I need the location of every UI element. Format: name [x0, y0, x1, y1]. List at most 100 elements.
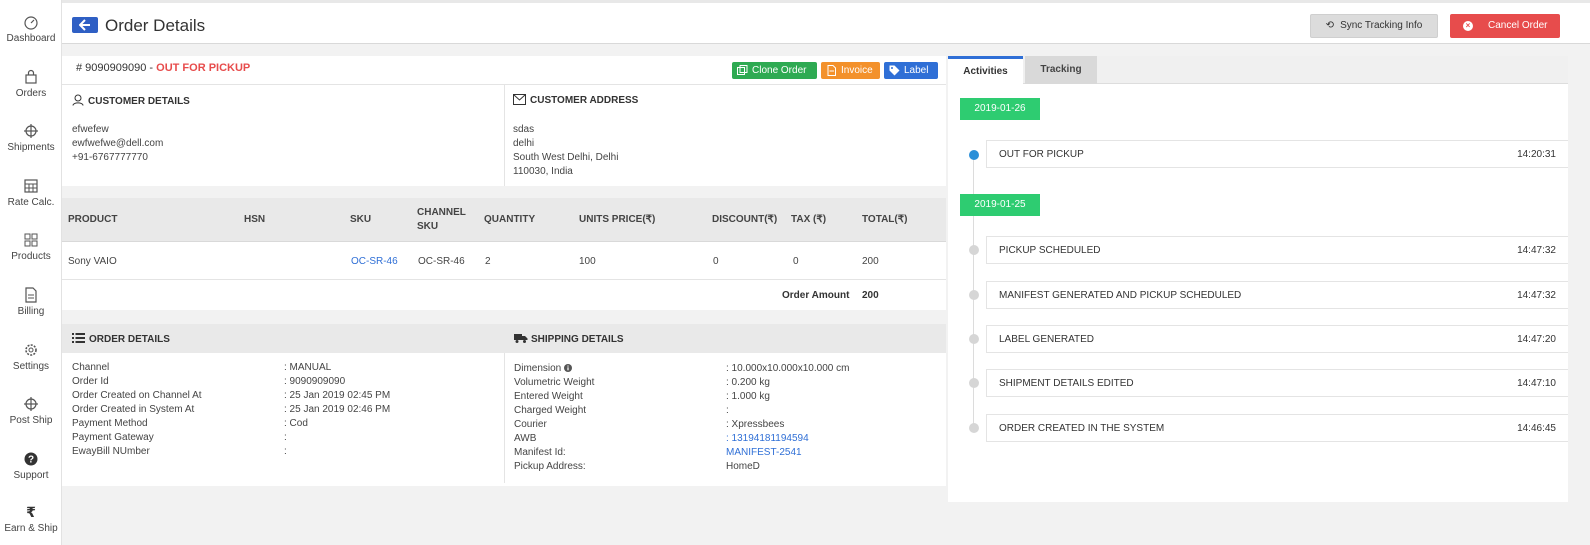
details-header: ORDER DETAILS SHIPPING DETAILS: [62, 324, 946, 353]
event-name: LABEL GENERATED: [999, 334, 1095, 345]
refresh-icon: ⟲: [1325, 20, 1335, 31]
event-time: 14:47:10: [1517, 378, 1556, 389]
shipping-detail-value: : Xpressbees: [726, 419, 785, 430]
list-icon: [72, 333, 85, 343]
divider: [62, 310, 946, 324]
event-name: PICKUP SCHEDULED: [999, 245, 1101, 256]
order-heading: # 9090909090 - OUT FOR PICKUP: [76, 62, 250, 74]
col-sku: SKU: [350, 214, 372, 225]
sidebar-item-rate-calc[interactable]: Rate Calc.: [0, 178, 62, 208]
rupee-icon: ₹: [26, 505, 36, 520]
order-detail-value: :: [284, 432, 287, 443]
timeline-event: OUT FOR PICKUP 14:20:31: [986, 140, 1568, 168]
invoice-button[interactable]: Invoice: [821, 62, 880, 79]
order-details-title: ORDER DETAILS: [72, 333, 170, 345]
sync-tracking-label: Sync Tracking Info: [1340, 20, 1423, 31]
sidebar-item-billing[interactable]: Billing: [0, 287, 62, 317]
order-detail-value: : Cod: [284, 418, 308, 429]
customer-details: CUSTOMER DETAILS efwefew ewfwefwe@dell.c…: [62, 85, 505, 187]
customer-section: CUSTOMER DETAILS efwefew ewfwefwe@dell.c…: [62, 84, 946, 187]
sidebar-item-label: Earn & Ship: [4, 523, 58, 534]
cell-tax: 0: [793, 256, 799, 267]
order-main-panel: # 9090909090 - OUT FOR PICKUP Clone Orde…: [62, 56, 946, 486]
order-detail-key: Payment Gateway: [72, 432, 154, 443]
timeline-dot: [969, 290, 979, 300]
col-tax: TAX (₹): [791, 214, 827, 225]
event-time: 14:20:31: [1517, 149, 1556, 160]
shipping-detail-key: Pickup Address:: [514, 461, 586, 472]
cell-total: 200: [862, 256, 879, 267]
cell-quantity: 2: [485, 256, 491, 267]
clone-order-button[interactable]: Clone Order: [732, 62, 817, 79]
cell-product: Sony VAIO: [68, 256, 117, 267]
sidebar-item-label: Orders: [15, 88, 47, 99]
customer-address-label: CUSTOMER ADDRESS: [530, 95, 639, 106]
customer-details-title: CUSTOMER DETAILS: [72, 94, 190, 107]
sidebar-item-label: Products: [11, 251, 51, 262]
tab-activities[interactable]: Activities: [948, 56, 1023, 84]
sidebar-item-dashboard[interactable]: Dashboard: [0, 14, 62, 44]
shipping-detail-key: Charged Weight: [514, 405, 587, 416]
col-channel-sku-line2: SKU: [417, 221, 439, 232]
label-label: Label: [904, 65, 929, 76]
order-detail-key: Channel: [72, 362, 110, 373]
order-details-list: Channel : MANUAL Order Id : 9090909090 O…: [62, 353, 505, 483]
event-name: SHIPMENT DETAILS EDITED: [999, 378, 1134, 389]
sidebar-item-label: Rate Calc.: [7, 197, 55, 208]
arrow-left-icon: [79, 19, 90, 31]
timeline-event: PICKUP SCHEDULED 14:47:32: [986, 236, 1568, 264]
product-table-header: PRODUCT HSN SKU CHANNEL SKU QUANTITY UNI…: [62, 198, 946, 242]
manifest-link[interactable]: MANIFEST-2541: [726, 447, 802, 458]
shipping-details-label: SHIPPING DETAILS: [531, 334, 624, 345]
gear-icon: [25, 344, 37, 356]
customer-address-title: CUSTOMER ADDRESS: [513, 94, 638, 106]
invoice-label: Invoice: [841, 65, 873, 76]
col-quantity: QUANTITY: [484, 214, 536, 225]
col-hsn: HSN: [244, 214, 266, 225]
sync-tracking-button[interactable]: ⟲ Sync Tracking Info: [1310, 14, 1438, 38]
cancel-order-button[interactable]: × Cancel Order: [1450, 14, 1560, 38]
info-icon[interactable]: [564, 364, 573, 372]
customer-email: ewfwefwe@dell.com: [72, 138, 164, 149]
back-button[interactable]: [72, 17, 98, 33]
col-channel-sku-line1: CHANNEL: [417, 207, 466, 218]
order-detail-key: EwayBill NUmber: [72, 446, 150, 457]
order-amount-row: Order Amount 200: [62, 280, 946, 310]
timeline-dot-active: [969, 150, 979, 160]
sidebar: Dashboard Orders Shipments Rate Calc. Pr…: [0, 0, 62, 545]
address-line-3: South West Delhi, Delhi: [513, 152, 619, 163]
customer-address: CUSTOMER ADDRESS sdas delhi South West D…: [505, 85, 946, 187]
timeline-dot: [969, 423, 979, 433]
sidebar-item-label: Settings: [12, 361, 50, 372]
tag-icon: [889, 65, 900, 76]
shipping-details-list: Dimension : 10.000x10.000x10.000 cm Volu…: [505, 353, 946, 483]
dashboard-icon: [24, 16, 38, 30]
sidebar-item-support[interactable]: ? Support: [0, 451, 62, 481]
close-icon: ×: [1463, 21, 1473, 31]
timeline-event: SHIPMENT DETAILS EDITED 14:47:10: [986, 369, 1568, 397]
sidebar-item-orders[interactable]: Orders: [0, 69, 62, 99]
address-line-4: 110030, India: [513, 166, 573, 177]
sidebar-item-shipments[interactable]: Shipments: [0, 123, 62, 153]
timeline-event: ORDER CREATED IN THE SYSTEM 14:46:45: [986, 414, 1568, 442]
sidebar-item-post-ship[interactable]: Post Ship: [0, 396, 62, 426]
order-detail-value: :: [284, 446, 287, 457]
sidebar-item-settings[interactable]: Settings: [0, 342, 62, 372]
document-icon: [25, 287, 37, 303]
shipping-detail-value: :: [726, 405, 729, 416]
label-button[interactable]: Label: [884, 62, 938, 79]
awb-link[interactable]: : 13194181194594: [726, 433, 809, 444]
envelope-icon: [513, 94, 526, 105]
divider: [62, 186, 946, 198]
tab-tracking[interactable]: Tracking: [1025, 56, 1097, 84]
svg-text:₹: ₹: [26, 505, 36, 520]
details-section: ORDER DETAILS SHIPPING DETAILS Channel :…: [62, 324, 946, 484]
col-discount: DISCOUNT(₹): [712, 214, 778, 225]
order-detail-value: : 25 Jan 2019 02:46 PM: [284, 404, 391, 415]
event-name: OUT FOR PICKUP: [999, 149, 1084, 160]
sidebar-item-earn-ship[interactable]: ₹ Earn & Ship: [0, 504, 62, 534]
sidebar-item-products[interactable]: Products: [0, 232, 62, 262]
cell-sku-link[interactable]: OC-SR-46: [351, 256, 398, 267]
shipping-detail-value: HomeD: [726, 461, 760, 472]
event-time: 14:47:32: [1517, 245, 1556, 256]
